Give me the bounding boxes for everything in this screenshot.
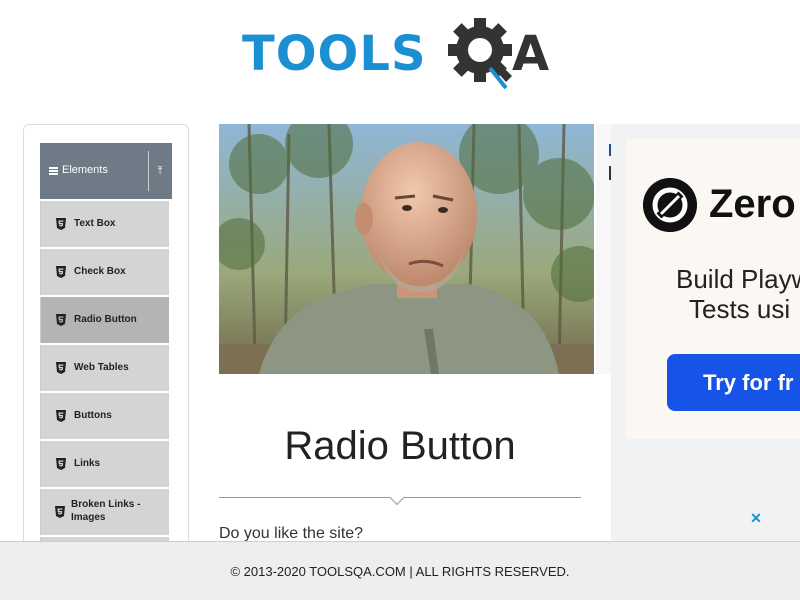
group-label: Elements: [62, 164, 108, 176]
sidebar-item-web-tables[interactable]: Web Tables: [40, 345, 169, 391]
sidebar-item-label: Broken Links - Images: [71, 499, 141, 523]
divider-notch: [389, 490, 405, 506]
hamburger-icon: [49, 167, 58, 175]
sidebar-item-check-box[interactable]: Check Box: [40, 249, 169, 295]
banner-photo: [219, 124, 594, 374]
sidebar-item-text-box[interactable]: Text Box: [40, 201, 169, 247]
sidebar-item-label: Buttons: [74, 410, 112, 421]
html5-icon: [56, 458, 66, 470]
html5-icon: [56, 410, 66, 422]
sidebar-item-buttons[interactable]: Buttons: [40, 393, 169, 439]
ad-headline-line2: Tests usi: [689, 294, 791, 324]
logo-text: TOOLS: [242, 26, 427, 82]
html5-icon: [55, 506, 65, 518]
ad-headline-line1: Build Playw: [676, 264, 800, 294]
gear-q-icon: [448, 18, 512, 90]
ad-cta-button[interactable]: Try for fr: [667, 354, 800, 411]
sidebar-item-label: Text Box: [74, 218, 116, 229]
sidebar-item-radio-button[interactable]: Radio Button: [40, 297, 169, 343]
zerostep-logo-icon: [643, 178, 697, 232]
sidebar-item-label: Check Box: [74, 266, 126, 277]
sidebar-item-links[interactable]: Links: [40, 441, 169, 487]
html5-icon: [56, 314, 66, 326]
sidebar-item-label: Web Tables: [74, 362, 129, 373]
toolsqa-logo[interactable]: TOOLS A: [240, 16, 570, 92]
sidebar: Elements ⤒ Text Box Check Box Radio Butt…: [23, 124, 189, 583]
html5-icon: [56, 218, 66, 230]
ad-close-icon[interactable]: ✕: [748, 510, 764, 526]
logo-text-end: A: [512, 26, 550, 82]
header-separator: [148, 151, 149, 191]
page: TOOLS A Elements ⤒ Text Box Check Box Ra…: [0, 0, 800, 600]
sidebar-item-label: Links: [74, 458, 101, 469]
elements-group-header[interactable]: Elements ⤒: [40, 143, 172, 199]
elements-menu: Text Box Check Box Radio Button Web Tabl…: [40, 201, 169, 585]
sidebar-item-broken-links-images[interactable]: Broken Links - Images: [40, 489, 169, 535]
page-title: Radio Button: [284, 424, 516, 468]
footer: © 2013-2020 TOOLSQA.COM | ALL RIGHTS RES…: [0, 541, 800, 600]
arrow-up-icon[interactable]: ⤒: [152, 161, 168, 181]
ad-brand: Zero: [709, 182, 796, 226]
html5-icon: [56, 362, 66, 374]
sidebar-item-label: Radio Button: [74, 314, 137, 325]
footer-copyright: © 2013-2020 TOOLSQA.COM | ALL RIGHTS RES…: [230, 564, 570, 579]
side-strip: [596, 124, 612, 374]
html5-icon: [56, 266, 66, 278]
